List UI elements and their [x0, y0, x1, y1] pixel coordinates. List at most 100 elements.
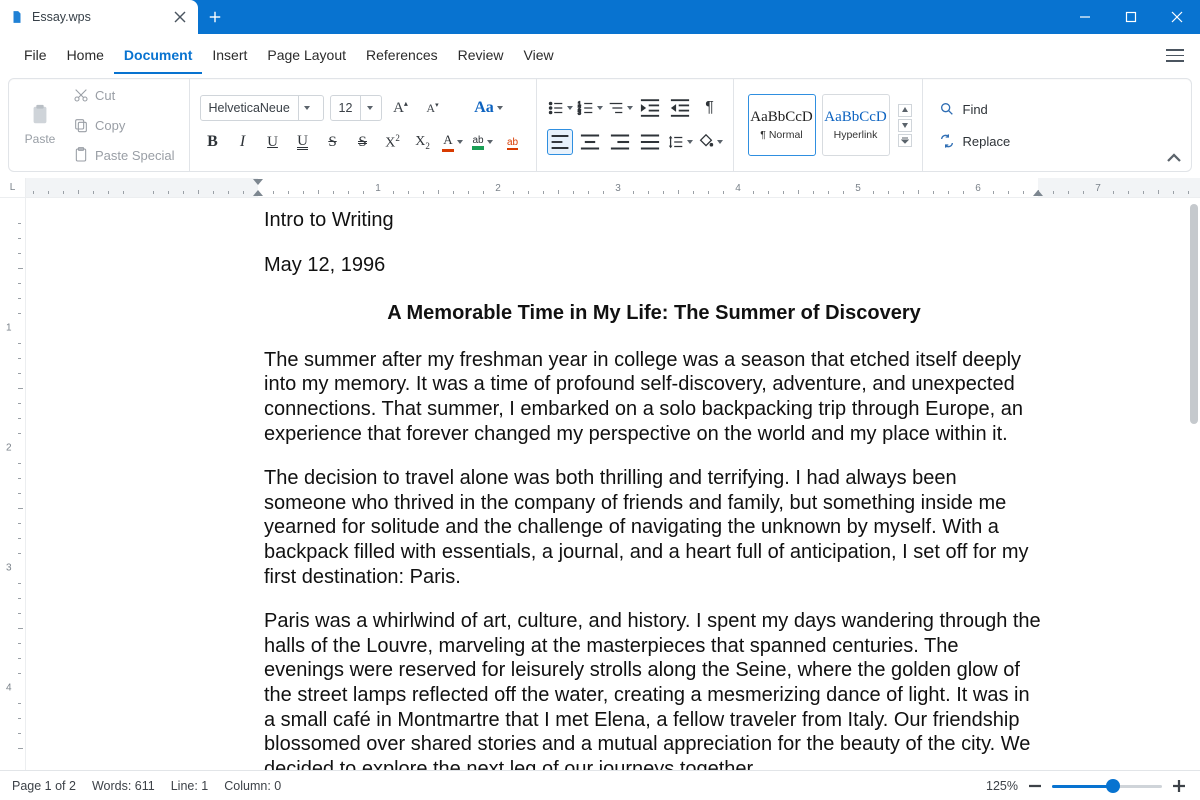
copy-button[interactable]: Copy — [69, 112, 179, 138]
cut-button[interactable]: Cut — [69, 82, 179, 108]
doc-paragraph-3[interactable]: Paris was a whirlwind of art, culture, a… — [264, 609, 1044, 770]
maximize-button[interactable] — [1108, 0, 1154, 34]
copy-label: Copy — [95, 118, 125, 133]
font-family-value: HelveticaNeue — [201, 101, 298, 115]
numbered-list-button[interactable]: 123 — [577, 95, 603, 121]
document-tab[interactable]: Essay.wps — [0, 0, 198, 34]
paste-special-button[interactable]: Paste Special — [69, 142, 179, 168]
status-column: Column: 0 — [224, 779, 281, 793]
menu-references[interactable]: References — [356, 37, 448, 74]
increase-indent-button[interactable] — [667, 95, 693, 121]
double-strikethrough-button[interactable]: S — [350, 129, 376, 155]
shading-button[interactable] — [697, 129, 723, 155]
styles-expand-button[interactable] — [898, 134, 912, 147]
font-size-value: 12 — [331, 101, 361, 115]
page: Intro to Writing May 12, 1996 A Memorabl… — [78, 198, 1148, 770]
superscript-button[interactable]: X2 — [380, 129, 406, 155]
align-left-button[interactable] — [547, 129, 573, 155]
chevron-down-icon — [298, 96, 316, 120]
document-icon — [10, 10, 24, 24]
titlebar: Essay.wps — [0, 0, 1200, 34]
statusbar: Page 1 of 2 Words: 611 Line: 1 Column: 0… — [0, 770, 1200, 800]
menu-view[interactable]: View — [514, 37, 564, 74]
status-words[interactable]: Words: 611 — [92, 779, 155, 793]
svg-text:3: 3 — [577, 110, 580, 116]
ribbon: Paste Cut Copy Paste Special HelveticaNe… — [8, 78, 1192, 172]
doc-paragraph-1[interactable]: The summer after my freshman year in col… — [264, 348, 1044, 446]
styles-scroll-down-button[interactable] — [898, 119, 912, 132]
new-tab-button[interactable] — [198, 0, 232, 34]
zoom-percent[interactable]: 125% — [986, 779, 1018, 793]
doc-date-line[interactable]: May 12, 1996 — [264, 253, 1044, 278]
find-label: Find — [963, 102, 988, 117]
vertical-scrollbar[interactable] — [1190, 200, 1198, 768]
paste-button[interactable]: Paste — [19, 85, 61, 165]
menu-review[interactable]: Review — [448, 37, 514, 74]
menubar: FileHomeDocumentInsertPage LayoutReferen… — [0, 34, 1200, 78]
style-normal[interactable]: AaBbCcD ¶ Normal — [748, 94, 816, 156]
clear-formatting-button[interactable]: ab — [500, 129, 526, 155]
doc-title[interactable]: A Memorable Time in My Life: The Summer … — [264, 301, 1044, 326]
tab-title: Essay.wps — [32, 10, 164, 24]
styles-scroll-up-button[interactable] — [898, 104, 912, 117]
ribbon-group-editing: Find Replace — [923, 79, 1027, 171]
app-menu-button[interactable] — [1164, 45, 1186, 67]
style-hyperlink-label: Hyperlink — [834, 129, 878, 141]
font-family-combo[interactable]: HelveticaNeue — [200, 95, 324, 121]
show-paragraph-marks-button[interactable]: ¶ — [697, 95, 723, 121]
ruler-corner: L — [0, 178, 26, 197]
menu-home[interactable]: Home — [57, 37, 114, 74]
decrease-font-button[interactable]: A▾ — [420, 95, 446, 121]
vertical-ruler[interactable]: 1234 — [0, 198, 26, 770]
font-color-button[interactable]: A — [440, 129, 466, 155]
bold-button[interactable]: B — [200, 129, 226, 155]
find-button[interactable]: Find — [933, 94, 1017, 124]
italic-button[interactable]: I — [230, 129, 256, 155]
style-normal-label: ¶ Normal — [760, 129, 802, 141]
increase-font-button[interactable]: A▴ — [388, 95, 414, 121]
ribbon-group-paragraph: 123 ¶ — [537, 79, 734, 171]
strikethrough-button[interactable]: S — [320, 129, 346, 155]
decrease-indent-button[interactable] — [637, 95, 663, 121]
replace-label: Replace — [963, 134, 1011, 149]
doc-course-line[interactable]: Intro to Writing — [264, 208, 1044, 233]
underline-button[interactable]: U — [260, 129, 286, 155]
collapse-ribbon-button[interactable] — [1165, 149, 1183, 167]
menu-file[interactable]: File — [14, 37, 57, 74]
close-window-button[interactable] — [1154, 0, 1200, 34]
subscript-button[interactable]: X2 — [410, 129, 436, 155]
zoom-in-button[interactable] — [1170, 777, 1188, 795]
doc-paragraph-2[interactable]: The decision to travel alone was both th… — [264, 466, 1044, 589]
paste-special-label: Paste Special — [95, 148, 175, 163]
ribbon-group-font: HelveticaNeue 12 A▴ A▾ Aa B I U — [190, 79, 537, 171]
double-underline-button[interactable]: U — [290, 129, 316, 155]
scrollbar-thumb[interactable] — [1190, 204, 1198, 424]
menu-document[interactable]: Document — [114, 37, 202, 74]
ribbon-group-styles: AaBbCcD ¶ Normal AaBbCcD Hyperlink — [734, 79, 923, 171]
replace-button[interactable]: Replace — [933, 126, 1017, 156]
align-center-button[interactable] — [577, 129, 603, 155]
highlight-color-button[interactable]: ab — [470, 129, 496, 155]
line-spacing-button[interactable] — [667, 129, 693, 155]
chevron-down-icon — [360, 96, 378, 120]
horizontal-ruler[interactable]: L 1234567 — [0, 178, 1200, 198]
menu-insert[interactable]: Insert — [202, 37, 257, 74]
zoom-slider[interactable] — [1052, 777, 1162, 795]
zoom-out-button[interactable] — [1026, 777, 1044, 795]
bulleted-list-button[interactable] — [547, 95, 573, 121]
change-case-button[interactable]: Aa — [476, 95, 502, 121]
window-controls — [1062, 0, 1200, 34]
font-size-combo[interactable]: 12 — [330, 95, 382, 121]
status-line: Line: 1 — [171, 779, 209, 793]
paste-label: Paste — [25, 132, 56, 146]
align-justify-button[interactable] — [637, 129, 663, 155]
style-hyperlink[interactable]: AaBbCcD Hyperlink — [822, 94, 890, 156]
menu-page-layout[interactable]: Page Layout — [257, 37, 356, 74]
tab-close-button[interactable] — [172, 9, 188, 25]
minimize-button[interactable] — [1062, 0, 1108, 34]
document-area[interactable]: Intro to Writing May 12, 1996 A Memorabl… — [26, 198, 1200, 770]
align-right-button[interactable] — [607, 129, 633, 155]
ribbon-group-clipboard: Paste Cut Copy Paste Special — [9, 79, 190, 171]
multilevel-list-button[interactable] — [607, 95, 633, 121]
status-page[interactable]: Page 1 of 2 — [12, 779, 76, 793]
